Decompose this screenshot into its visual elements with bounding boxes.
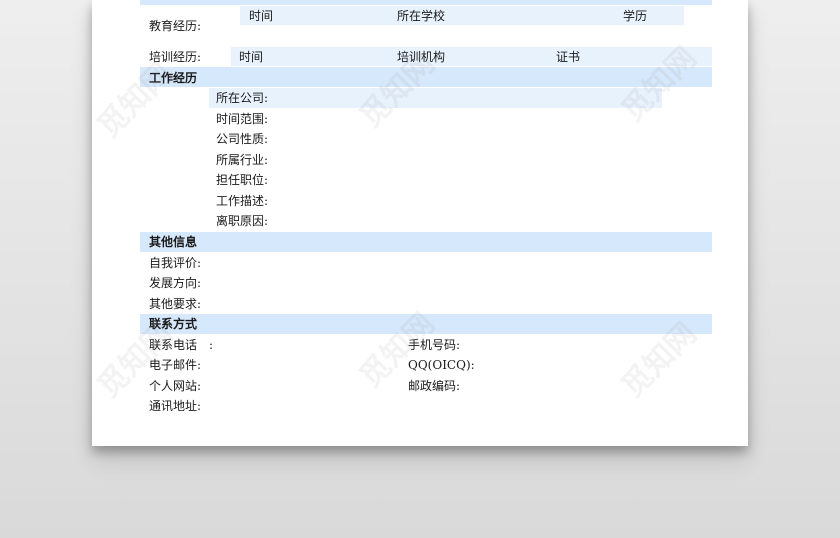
contact-postcode-label: 邮政编码: bbox=[408, 379, 461, 393]
work-field-description: 工作描述: bbox=[216, 194, 269, 208]
work-heading: 工作经历 bbox=[149, 71, 198, 85]
training-label: 培训经历: bbox=[149, 50, 202, 64]
training-col-org: 培训机构 bbox=[397, 50, 446, 64]
work-field-leave-reason: 离职原因: bbox=[216, 214, 269, 228]
contact-mobile-label: 手机号码: bbox=[408, 338, 461, 352]
work-field-period: 时间范围: bbox=[216, 112, 269, 126]
contact-qq-label: QQ(OICQ): bbox=[408, 358, 475, 372]
work-company-row bbox=[209, 88, 662, 108]
education-header-row bbox=[240, 6, 684, 25]
resume-page: 教育经历: 时间 所在学校 学历 培训经历: 时间 培训机构 证书 工作经历 所… bbox=[92, 0, 748, 446]
work-section-band bbox=[140, 67, 712, 87]
other-field-other-requirements: 其他要求: bbox=[149, 297, 202, 311]
work-field-company: 所在公司: bbox=[216, 91, 269, 105]
work-field-industry: 所属行业: bbox=[216, 153, 269, 167]
top-section-band bbox=[140, 0, 712, 5]
other-section-band bbox=[140, 232, 712, 252]
contact-heading: 联系方式 bbox=[149, 317, 198, 331]
contact-website-label: 个人网站: bbox=[149, 379, 202, 393]
contact-address-label: 通讯地址: bbox=[149, 399, 202, 413]
work-field-position: 担任职位: bbox=[216, 173, 269, 187]
other-heading: 其他信息 bbox=[149, 235, 198, 249]
work-field-nature: 公司性质: bbox=[216, 132, 269, 146]
training-col-cert: 证书 bbox=[556, 50, 581, 64]
contact-section-band bbox=[140, 314, 712, 334]
contact-phone-label: 联系电话 : bbox=[149, 338, 214, 352]
training-col-time: 时间 bbox=[239, 50, 264, 64]
other-field-self-evaluation: 自我评价: bbox=[149, 256, 202, 270]
education-label: 教育经历: bbox=[149, 19, 202, 33]
training-header-row bbox=[231, 47, 712, 66]
contact-email-label: 电子邮件: bbox=[149, 358, 202, 372]
other-field-career-direction: 发展方向: bbox=[149, 276, 202, 290]
education-col-school: 所在学校 bbox=[397, 9, 446, 23]
education-col-degree: 学历 bbox=[623, 9, 648, 23]
education-col-time: 时间 bbox=[249, 9, 274, 23]
